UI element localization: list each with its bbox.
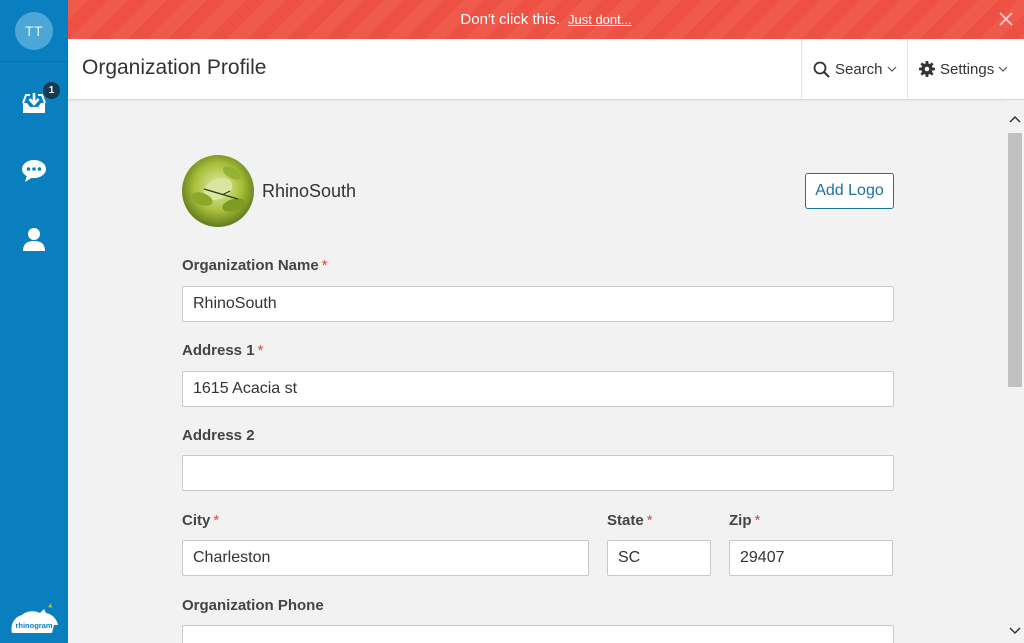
search-button[interactable]: Search <box>801 39 907 99</box>
zip-label: Zip * <box>729 512 760 529</box>
org-name-field[interactable] <box>182 286 894 322</box>
chevron-down-icon <box>887 66 896 72</box>
avatar[interactable]: TT <box>15 11 53 50</box>
required-marker: * <box>754 512 761 529</box>
page-header: Organization Profile Search Settings <box>68 39 1024 100</box>
main-content: RhinoSouth Add Logo Organization Name* A… <box>68 100 1006 643</box>
person-icon <box>23 228 45 251</box>
scroll-up-icon[interactable] <box>1009 114 1021 126</box>
state-label-text: State <box>607 512 644 529</box>
state-field[interactable] <box>607 540 711 576</box>
org-phone-field[interactable] <box>182 625 894 643</box>
sidebar-item-inbox[interactable]: 1 <box>0 81 68 123</box>
city-label: City * <box>182 512 219 529</box>
org-phone-label: Organization Phone <box>182 597 324 614</box>
address2-field[interactable] <box>182 455 894 491</box>
required-marker: * <box>646 512 653 529</box>
brand-wordmark: rhinogram <box>15 621 52 630</box>
scroll-down-icon[interactable] <box>1009 624 1021 636</box>
add-logo-button[interactable]: Add Logo <box>805 173 894 209</box>
rhinogram-logo: rhinogram <box>8 603 60 637</box>
alert-banner: Don't click this. Just dont... <box>68 0 1024 39</box>
zip-field[interactable] <box>729 540 893 576</box>
address1-label-text: Address 1 <box>182 342 255 359</box>
sidebar-item-contacts[interactable] <box>0 219 68 259</box>
organization-logo-image <box>182 155 254 227</box>
scrollbar-thumb[interactable] <box>1008 133 1022 387</box>
settings-label: Settings <box>940 60 995 78</box>
state-label: State * <box>607 512 653 529</box>
inbox-count-badge: 1 <box>42 81 61 100</box>
org-phone-label-text: Organization Phone <box>182 597 324 614</box>
sidebar: TT 1 rhinogram <box>0 0 68 643</box>
banner-link[interactable]: Just dont... <box>568 12 632 27</box>
organization-display-name: RhinoSouth <box>262 181 357 201</box>
address1-field[interactable] <box>182 371 894 407</box>
avatar-container: TT <box>0 0 68 62</box>
zip-label-text: Zip <box>729 512 752 529</box>
required-marker: * <box>213 512 220 529</box>
close-icon[interactable] <box>998 11 1014 27</box>
search-label: Search <box>835 60 883 78</box>
required-marker: * <box>321 257 328 274</box>
address2-label-text: Address 2 <box>182 427 255 444</box>
gear-icon <box>919 61 935 77</box>
address2-label: Address 2 <box>182 427 255 444</box>
address1-label: Address 1 * <box>182 342 263 359</box>
chevron-down-icon <box>998 66 1008 72</box>
sidebar-item-messages[interactable] <box>0 151 68 191</box>
city-field[interactable] <box>182 540 589 576</box>
org-name-label-text: Organization Name <box>182 257 319 274</box>
vertical-scrollbar[interactable] <box>1006 100 1024 643</box>
search-icon <box>813 61 830 78</box>
banner-message: Don't click this. <box>460 11 560 28</box>
page-title: Organization Profile <box>82 56 267 79</box>
settings-button[interactable]: Settings <box>907 39 1024 99</box>
chat-bubble-icon <box>22 160 46 182</box>
required-marker: * <box>257 342 264 359</box>
org-name-label: Organization Name * <box>182 257 328 274</box>
city-label-text: City <box>182 512 211 529</box>
